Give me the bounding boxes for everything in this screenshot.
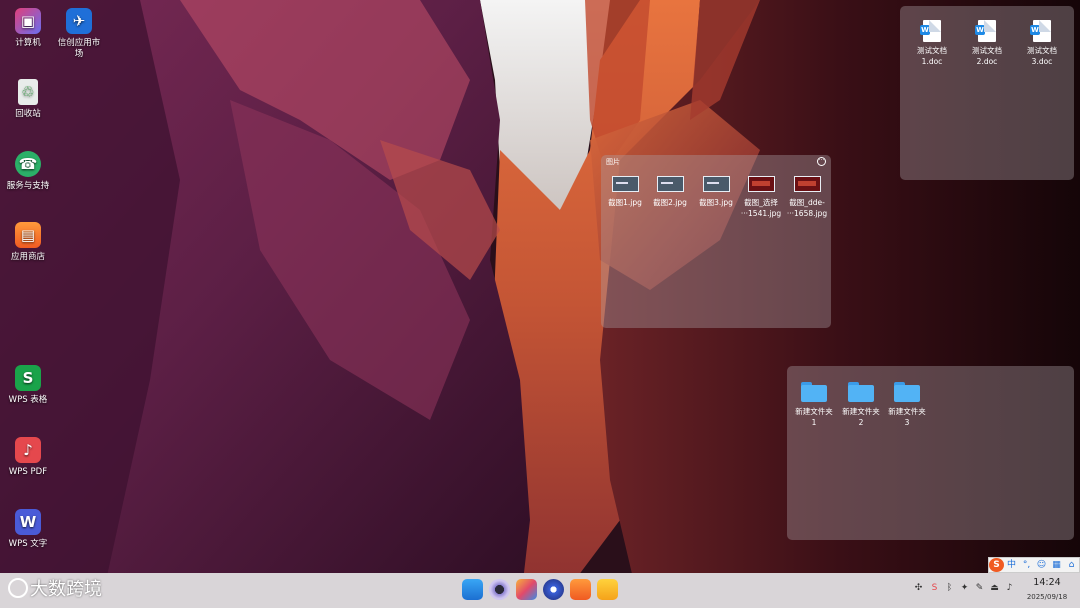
app-market-icon: ✈ [66, 8, 92, 34]
desktop-icon-trash[interactable]: ♲ 回收站 [0, 79, 63, 120]
file-item-doc[interactable]: W 测试文档 1.doc [908, 20, 956, 67]
file-item-image[interactable]: 截图2.jpg [646, 174, 694, 208]
wps-writer-icon: W [15, 509, 41, 535]
desktop-icon-app-store[interactable]: ▤ 应用商店 [0, 222, 63, 263]
file-item-doc[interactable]: W 测试文档 3.doc [1018, 20, 1066, 67]
support-icon: ☎ [15, 151, 41, 177]
wps-spreadsheet-icon: S [15, 365, 41, 391]
desktop-icon-wps-pdf[interactable]: ♪ WPS PDF [0, 437, 63, 478]
taskbar: ✣ S ᛒ ✦ ✎ ⏏ ♪ 14:24 2025/09/18 [0, 573, 1080, 608]
watermark-logo-icon [8, 578, 28, 598]
desktop-icon-wps-spreadsheet[interactable]: S WPS 表格 [0, 365, 63, 406]
word-doc-icon: W [1030, 20, 1051, 42]
folder-icon [801, 382, 827, 402]
folder-icon [848, 382, 874, 402]
desktop-icon-label: 信创应用市场 [57, 38, 101, 59]
file-item-image[interactable]: 截图_dde- ···1658.jpg [783, 174, 831, 219]
computer-icon: ▣ [15, 8, 41, 34]
network-icon[interactable]: ✣ [913, 583, 924, 594]
desktop-icon-support[interactable]: ☎ 服务与支持 [0, 151, 63, 192]
desktop-icon-label: WPS 文字 [8, 539, 48, 549]
file-item-doc[interactable]: W 测试文档 2.doc [963, 20, 1011, 67]
documents-panel[interactable]: W 测试文档 1.doc W 测试文档 2.doc W 测试文档 3.doc [900, 6, 1074, 180]
clock-time[interactable]: 14:24 [1025, 577, 1069, 588]
desktop-icon-label: 回收站 [15, 109, 41, 119]
more-options-icon[interactable]: ··· [817, 157, 826, 166]
sogou-logo-icon[interactable]: S [989, 558, 1004, 572]
folders-panel[interactable]: 新建文件夹 1 新建文件夹 2 新建文件夹 3 [787, 366, 1074, 540]
bluetooth-icon[interactable]: ᛒ [944, 583, 955, 594]
pictures-panel[interactable]: 图片 ··· 截图1.jpg 截图2.jpg 截图3.jpg 截图_选择 ···… [601, 155, 831, 328]
desktop-icon-label: 服务与支持 [6, 181, 50, 191]
word-doc-icon: W [975, 20, 996, 42]
panel-title: 图片 [606, 158, 620, 166]
clock-date[interactable]: 2025/09/18 [1022, 593, 1072, 601]
image-viewer-icon[interactable] [516, 579, 537, 600]
wps-pdf-icon: ♪ [15, 437, 41, 463]
notification-icon[interactable]: ✦ [959, 583, 970, 594]
brush-icon[interactable]: ✎ [974, 583, 985, 594]
desktop-icon-label: 应用商店 [10, 252, 45, 262]
keyboard-icon[interactable]: ▦ [1049, 558, 1064, 572]
image-thumbnail-icon [793, 176, 821, 192]
settings-icon[interactable] [543, 579, 564, 600]
watermark-text: 大数跨境 [30, 579, 102, 600]
file-item-image[interactable]: 截图_选择 ···1541.jpg [737, 174, 785, 219]
camera-icon[interactable] [489, 579, 510, 600]
desktop-icon-wps-writer[interactable]: W WPS 文字 [0, 509, 63, 550]
sogou-ime-icon[interactable]: S [929, 583, 940, 594]
notes-icon[interactable] [597, 579, 618, 600]
file-item-folder[interactable]: 新建文件夹 1 [790, 382, 838, 428]
image-thumbnail-icon [702, 176, 730, 192]
ime-mode-toggle[interactable]: 中 [1004, 558, 1019, 572]
image-thumbnail-icon [611, 176, 639, 192]
emoji-icon[interactable]: ☺ [1034, 558, 1049, 572]
punctuation-toggle[interactable]: °, [1019, 558, 1034, 572]
image-thumbnail-icon [656, 176, 684, 192]
desktop-icon-label: WPS PDF [8, 467, 48, 477]
toolbox-icon[interactable]: ⌂ [1064, 558, 1079, 572]
app-store-icon: ▤ [15, 222, 41, 248]
watermark: 大数跨境 [8, 575, 102, 601]
file-item-folder[interactable]: 新建文件夹 3 [883, 382, 931, 428]
desktop-icon-app-market[interactable]: ✈ 信创应用市场 [44, 8, 114, 60]
image-thumbnail-icon [747, 176, 775, 192]
folder-icon [894, 382, 920, 402]
file-item-folder[interactable]: 新建文件夹 2 [837, 382, 885, 428]
trash-icon: ♲ [18, 79, 38, 105]
app-store-icon[interactable] [570, 579, 591, 600]
file-item-image[interactable]: 截图1.jpg [601, 174, 649, 208]
ime-toolbar[interactable]: S 中 °, ☺ ▦ ⌂ [988, 557, 1080, 573]
file-item-image[interactable]: 截图3.jpg [692, 174, 740, 208]
file-manager-icon[interactable] [462, 579, 483, 600]
eject-icon[interactable]: ⏏ [989, 583, 1000, 594]
word-doc-icon: W [920, 20, 941, 42]
volume-icon[interactable]: ♪ [1004, 583, 1015, 594]
desktop-icon-label: WPS 表格 [8, 395, 48, 405]
